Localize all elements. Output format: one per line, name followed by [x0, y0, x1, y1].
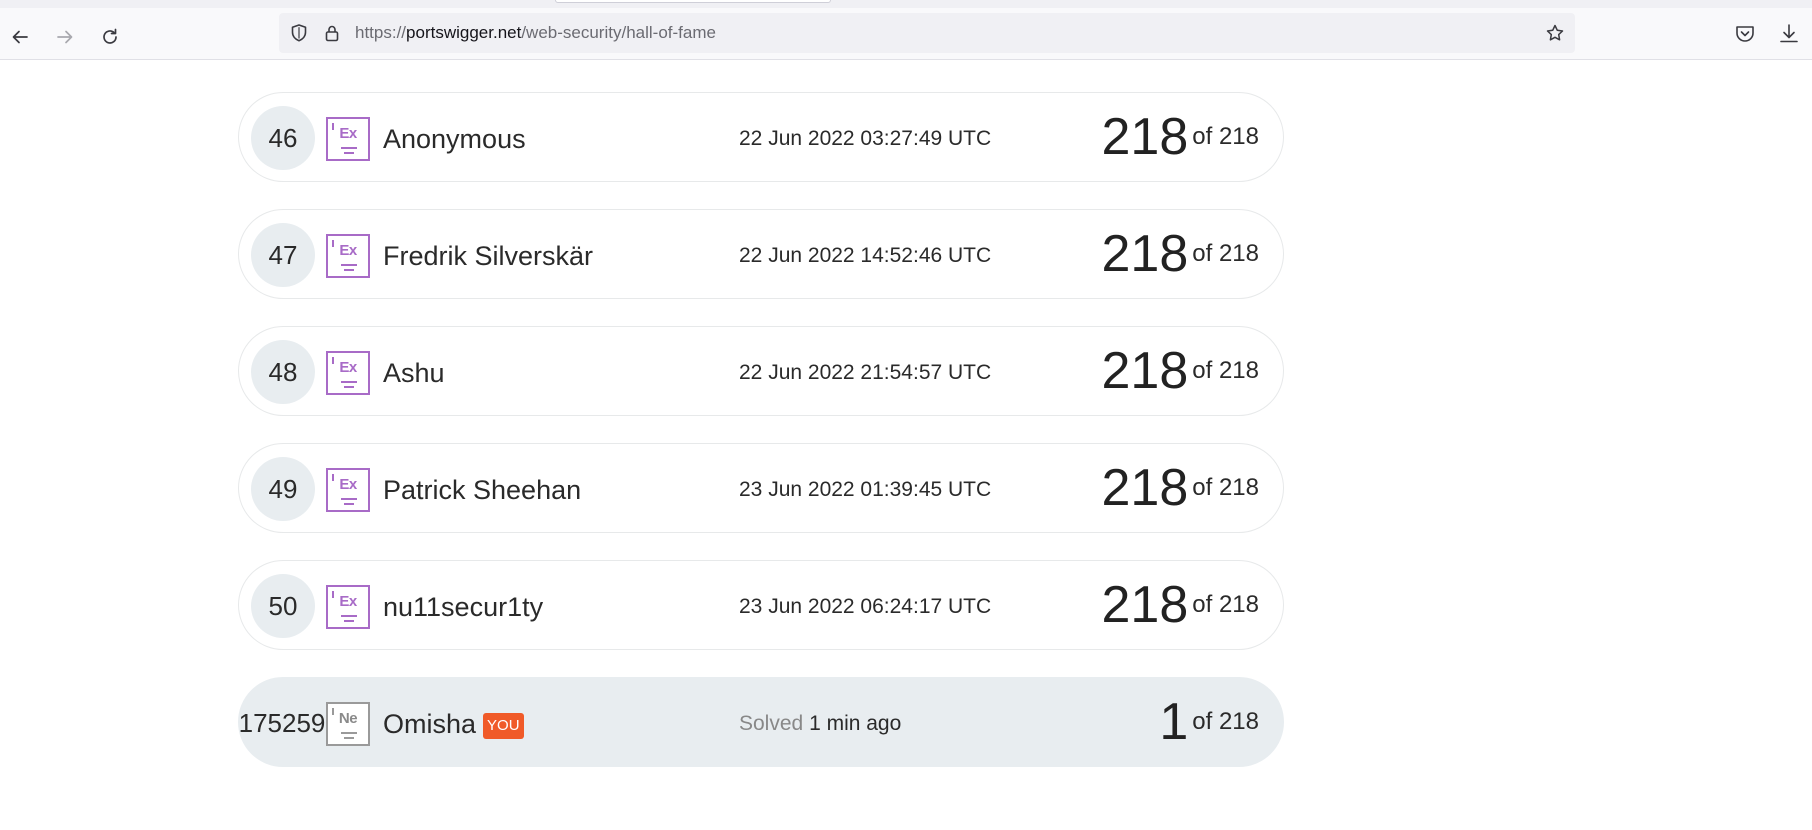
score-total: of 218 — [1192, 357, 1259, 384]
score-value: 218 — [1101, 108, 1189, 166]
reload-button[interactable] — [95, 22, 125, 52]
score: 218 of 218 — [1102, 457, 1260, 519]
forward-button[interactable] — [50, 22, 80, 52]
leaderboard-row: 47 Ex Fredrik Silverskär 22 Jun 2022 14:… — [238, 209, 1284, 299]
tab-strip — [0, 0, 1812, 8]
solved-timestamp: Solved 1 min ago — [739, 711, 901, 737]
lock-icon[interactable] — [322, 23, 342, 43]
expert-badge: Ex — [326, 468, 370, 512]
pocket-icon[interactable] — [1733, 22, 1757, 46]
expert-badge: Ex — [326, 234, 370, 278]
rank-number: 50 — [251, 574, 315, 638]
score: 218 of 218 — [1102, 574, 1260, 636]
address-bar[interactable]: https://portswigger.net/web-security/hal… — [279, 13, 1575, 53]
novice-badge: Ne — [326, 702, 370, 746]
rank-number: 175259 — [238, 708, 326, 738]
score-total: of 218 — [1192, 474, 1259, 501]
badge-label: Ex — [339, 593, 357, 610]
score: 218 of 218 — [1102, 340, 1260, 402]
solved-when: 1 min ago — [809, 712, 902, 735]
leaderboard-row: 48 Ex Ashu 22 Jun 2022 21:54:57 UTC 218 o… — [238, 326, 1284, 416]
score: 1 of 218 — [1159, 691, 1259, 753]
current-user-row: 175259 Ne Omisha YOU Solved 1 min ago 1 of… — [238, 677, 1284, 767]
arrow-left-icon — [12, 30, 28, 44]
current-user-name: Omisha — [383, 709, 477, 739]
leaderboard-row: 49 Ex Patrick Sheehan 23 Jun 2022 01:39:… — [238, 443, 1284, 533]
badge-label: Ne — [338, 710, 358, 727]
rank-number: 49 — [251, 457, 315, 521]
score-total: of 218 — [1192, 240, 1259, 267]
back-button[interactable] — [5, 22, 35, 52]
expert-badge: Ex — [326, 351, 370, 395]
score-value: 218 — [1101, 576, 1189, 634]
url-text[interactable]: https://portswigger.net/web-security/hal… — [355, 23, 716, 43]
score-value: 218 — [1101, 225, 1189, 283]
shield-icon[interactable] — [289, 23, 309, 43]
url-host: portswigger.net — [406, 23, 522, 42]
solved-timestamp: 22 Jun 2022 21:54:57 UTC — [739, 361, 992, 384]
url-scheme: https:// — [355, 23, 407, 42]
rank-number: 46 — [251, 106, 315, 170]
reload-icon — [103, 28, 117, 44]
solved-label: Solved — [739, 712, 804, 735]
score: 218 of 218 — [1102, 106, 1260, 168]
badge-label: Ex — [339, 125, 357, 142]
solved-timestamp: 22 Jun 2022 03:27:49 UTC — [739, 127, 992, 150]
user-name: Patrick Sheehan — [383, 475, 582, 505]
browser-toolbar: https://portswigger.net/web-security/hal… — [0, 8, 1812, 60]
score-value: 1 — [1159, 693, 1189, 751]
badge-label: Ex — [339, 476, 357, 493]
leaderboard-row: 50 Ex nu11secur1ty 23 Jun 2022 06:24:17 … — [238, 560, 1284, 650]
badge-label: Ex — [339, 242, 357, 259]
solved-timestamp: 23 Jun 2022 01:39:45 UTC — [739, 478, 992, 501]
score: 218 of 218 — [1102, 223, 1260, 285]
arrow-right-icon — [57, 30, 73, 44]
user-name: Ashu — [383, 358, 445, 388]
user-name: Anonymous — [383, 124, 526, 154]
user-name: nu11secur1ty — [383, 592, 544, 622]
user-name: Fredrik Silverskär — [383, 241, 594, 271]
badge-label: Ex — [339, 359, 357, 376]
active-tab-edge[interactable] — [555, 0, 831, 3]
leaderboard-row: 46 Ex Anonymous 22 Jun 2022 03:27:49 UTC… — [238, 92, 1284, 182]
you-badge: YOU — [483, 713, 524, 739]
score-total: of 218 — [1192, 708, 1259, 735]
score-value: 218 — [1101, 459, 1189, 517]
user-name: Omisha YOU — [383, 708, 524, 740]
score-value: 218 — [1101, 342, 1189, 400]
score-total: of 218 — [1192, 123, 1259, 150]
rank-number: 48 — [251, 340, 315, 404]
score-total: of 218 — [1192, 591, 1259, 618]
solved-timestamp: 23 Jun 2022 06:24:17 UTC — [739, 595, 992, 618]
expert-badge: Ex — [326, 117, 370, 161]
download-icon[interactable] — [1777, 22, 1801, 46]
rank-number: 47 — [251, 223, 315, 287]
solved-timestamp: 22 Jun 2022 14:52:46 UTC — [739, 244, 992, 267]
bookmark-star-icon[interactable] — [1545, 23, 1565, 43]
expert-badge: Ex — [326, 585, 370, 629]
url-path: /web-security/hall-of-fame — [521, 23, 716, 42]
